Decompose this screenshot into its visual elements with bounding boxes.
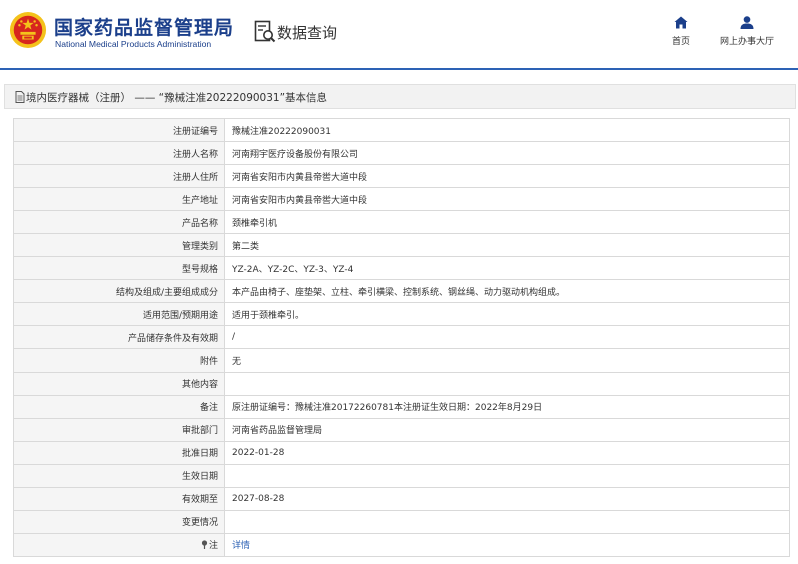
field-value: 河南省药品监督管理局 <box>224 417 790 442</box>
table-row: 型号规格 YZ-2A、YZ-2C、YZ-3、YZ-4 <box>13 256 790 281</box>
field-key: 生产地址 <box>13 187 225 212</box>
table-row: 生产地址 河南省安阳市内黄县帝喾大道中段 <box>13 187 790 212</box>
field-value: 2022-01-28 <box>224 440 790 465</box>
table-row: 审批部门 河南省药品监督管理局 <box>13 417 790 442</box>
field-value: 颈椎牵引机 <box>224 210 790 235</box>
agency-name-cn: 国家药品监督管理局 <box>54 17 235 39</box>
field-value: 详情 <box>224 532 790 557</box>
nav-online-hall-label: 网上办事大厅 <box>719 37 774 47</box>
national-emblem-icon <box>9 11 47 49</box>
field-value <box>224 509 790 534</box>
field-key: 批准日期 <box>13 440 225 465</box>
table-row: 批准日期 2022-01-28 <box>13 440 790 465</box>
data-query-icon <box>254 20 276 43</box>
registration-detail-table: 注册证编号 豫械注准20222090031 注册人名称 河南翔宇医疗设备股份有限公司… <box>13 117 790 557</box>
field-value <box>224 463 790 488</box>
field-value: 原注册证编号：豫械注准20172260781本注册证生效日期：2022年8月29… <box>224 394 790 419</box>
field-key: 其他内容 <box>13 371 225 396</box>
field-value: 豫械注准20222090031 <box>224 117 790 143</box>
table-row: 注册人住所 河南省安阳市内黄县帝喾大道中段 <box>13 164 790 189</box>
field-key: 生效日期 <box>13 463 225 488</box>
table-row: 附件无 <box>13 348 790 373</box>
agency-name-en: National Medical Products Administration <box>55 39 212 49</box>
user-icon <box>740 16 754 29</box>
field-key: 管理类别 <box>13 233 225 258</box>
field-value: 本产品由椅子、座垫架、立柱、牵引横梁、控制系统、钢丝绳、动力驱动机构组成。 <box>224 279 790 304</box>
field-key: 注册证编号 <box>13 117 225 143</box>
table-row: 结构及组成/主要组成成分 本产品由椅子、座垫架、立柱、牵引横梁、控制系统、钢丝绳、… <box>13 279 790 304</box>
field-key-note-label: 注 <box>208 541 218 552</box>
home-icon <box>674 16 688 29</box>
field-key: 产品储存条件及有效期 <box>13 325 225 350</box>
nav-online-hall[interactable]: 网上办事大厅 <box>716 16 778 52</box>
field-key: 变更情况 <box>13 509 225 534</box>
field-key: 结构及组成/主要组成成分 <box>13 279 225 304</box>
table-row: 变更情况 <box>13 509 790 534</box>
field-value: 第二类 <box>224 233 790 258</box>
field-value: 适用于颈椎牵引。 <box>224 302 790 327</box>
table-row: 备注 原注册证编号：豫械注准20172260781本注册证生效日期：2022年8月… <box>13 394 790 419</box>
nav-home[interactable]: 首页 <box>664 16 698 52</box>
page-title: 境内医疗器械（注册） —— “豫械注准20222090031”基本信息 <box>26 92 328 104</box>
table-row: 适用范围/预期用途 适用于颈椎牵引。 <box>13 302 790 327</box>
field-value: 河南省安阳市内黄县帝喾大道中段 <box>224 164 790 189</box>
field-key: 适用范围/预期用途 <box>13 302 225 327</box>
field-key: 注册人住所 <box>13 164 225 189</box>
table-row: 注册证编号 豫械注准20222090031 <box>13 117 790 143</box>
field-key: 审批部门 <box>13 417 225 442</box>
page-title-bar: 境内医疗器械（注册） —— “豫械注准20222090031”基本信息 <box>4 84 796 109</box>
field-value: 2027-08-28 <box>224 486 790 511</box>
table-row: 有效期至 2027-08-28 <box>13 486 790 511</box>
site-header: 国家药品监督管理局 National Medical Products Admi… <box>0 0 798 70</box>
field-value: YZ-2A、YZ-2C、YZ-3、YZ-4 <box>224 256 790 281</box>
field-value: 无 <box>224 348 790 373</box>
table-row: 其他内容 <box>13 371 790 396</box>
document-icon <box>15 91 25 103</box>
field-value: / <box>224 325 790 350</box>
table-row: 注 详情 <box>13 532 790 557</box>
table-row: 产品储存条件及有效期 / <box>13 325 790 350</box>
field-key: 产品名称 <box>13 210 225 235</box>
field-value: 河南翔宇医疗设备股份有限公司 <box>224 141 790 166</box>
field-key-note: 注 <box>13 532 225 557</box>
field-value: 河南省安阳市内黄县帝喾大道中段 <box>224 187 790 212</box>
field-key: 附件 <box>13 348 225 373</box>
field-key: 备注 <box>13 394 225 419</box>
field-key: 有效期至 <box>13 486 225 511</box>
table-row: 注册人名称 河南翔宇医疗设备股份有限公司 <box>13 141 790 166</box>
field-key: 注册人名称 <box>13 141 225 166</box>
field-key: 型号规格 <box>13 256 225 281</box>
section-label: 数据查询 <box>277 24 338 42</box>
pin-icon <box>201 540 208 550</box>
details-link[interactable]: 详情 <box>232 541 250 551</box>
table-row: 产品名称 颈椎牵引机 <box>13 210 790 235</box>
field-value <box>224 371 790 396</box>
table-row: 管理类别 第二类 <box>13 233 790 258</box>
table-row: 生效日期 <box>13 463 790 488</box>
nav-home-label: 首页 <box>671 37 690 47</box>
